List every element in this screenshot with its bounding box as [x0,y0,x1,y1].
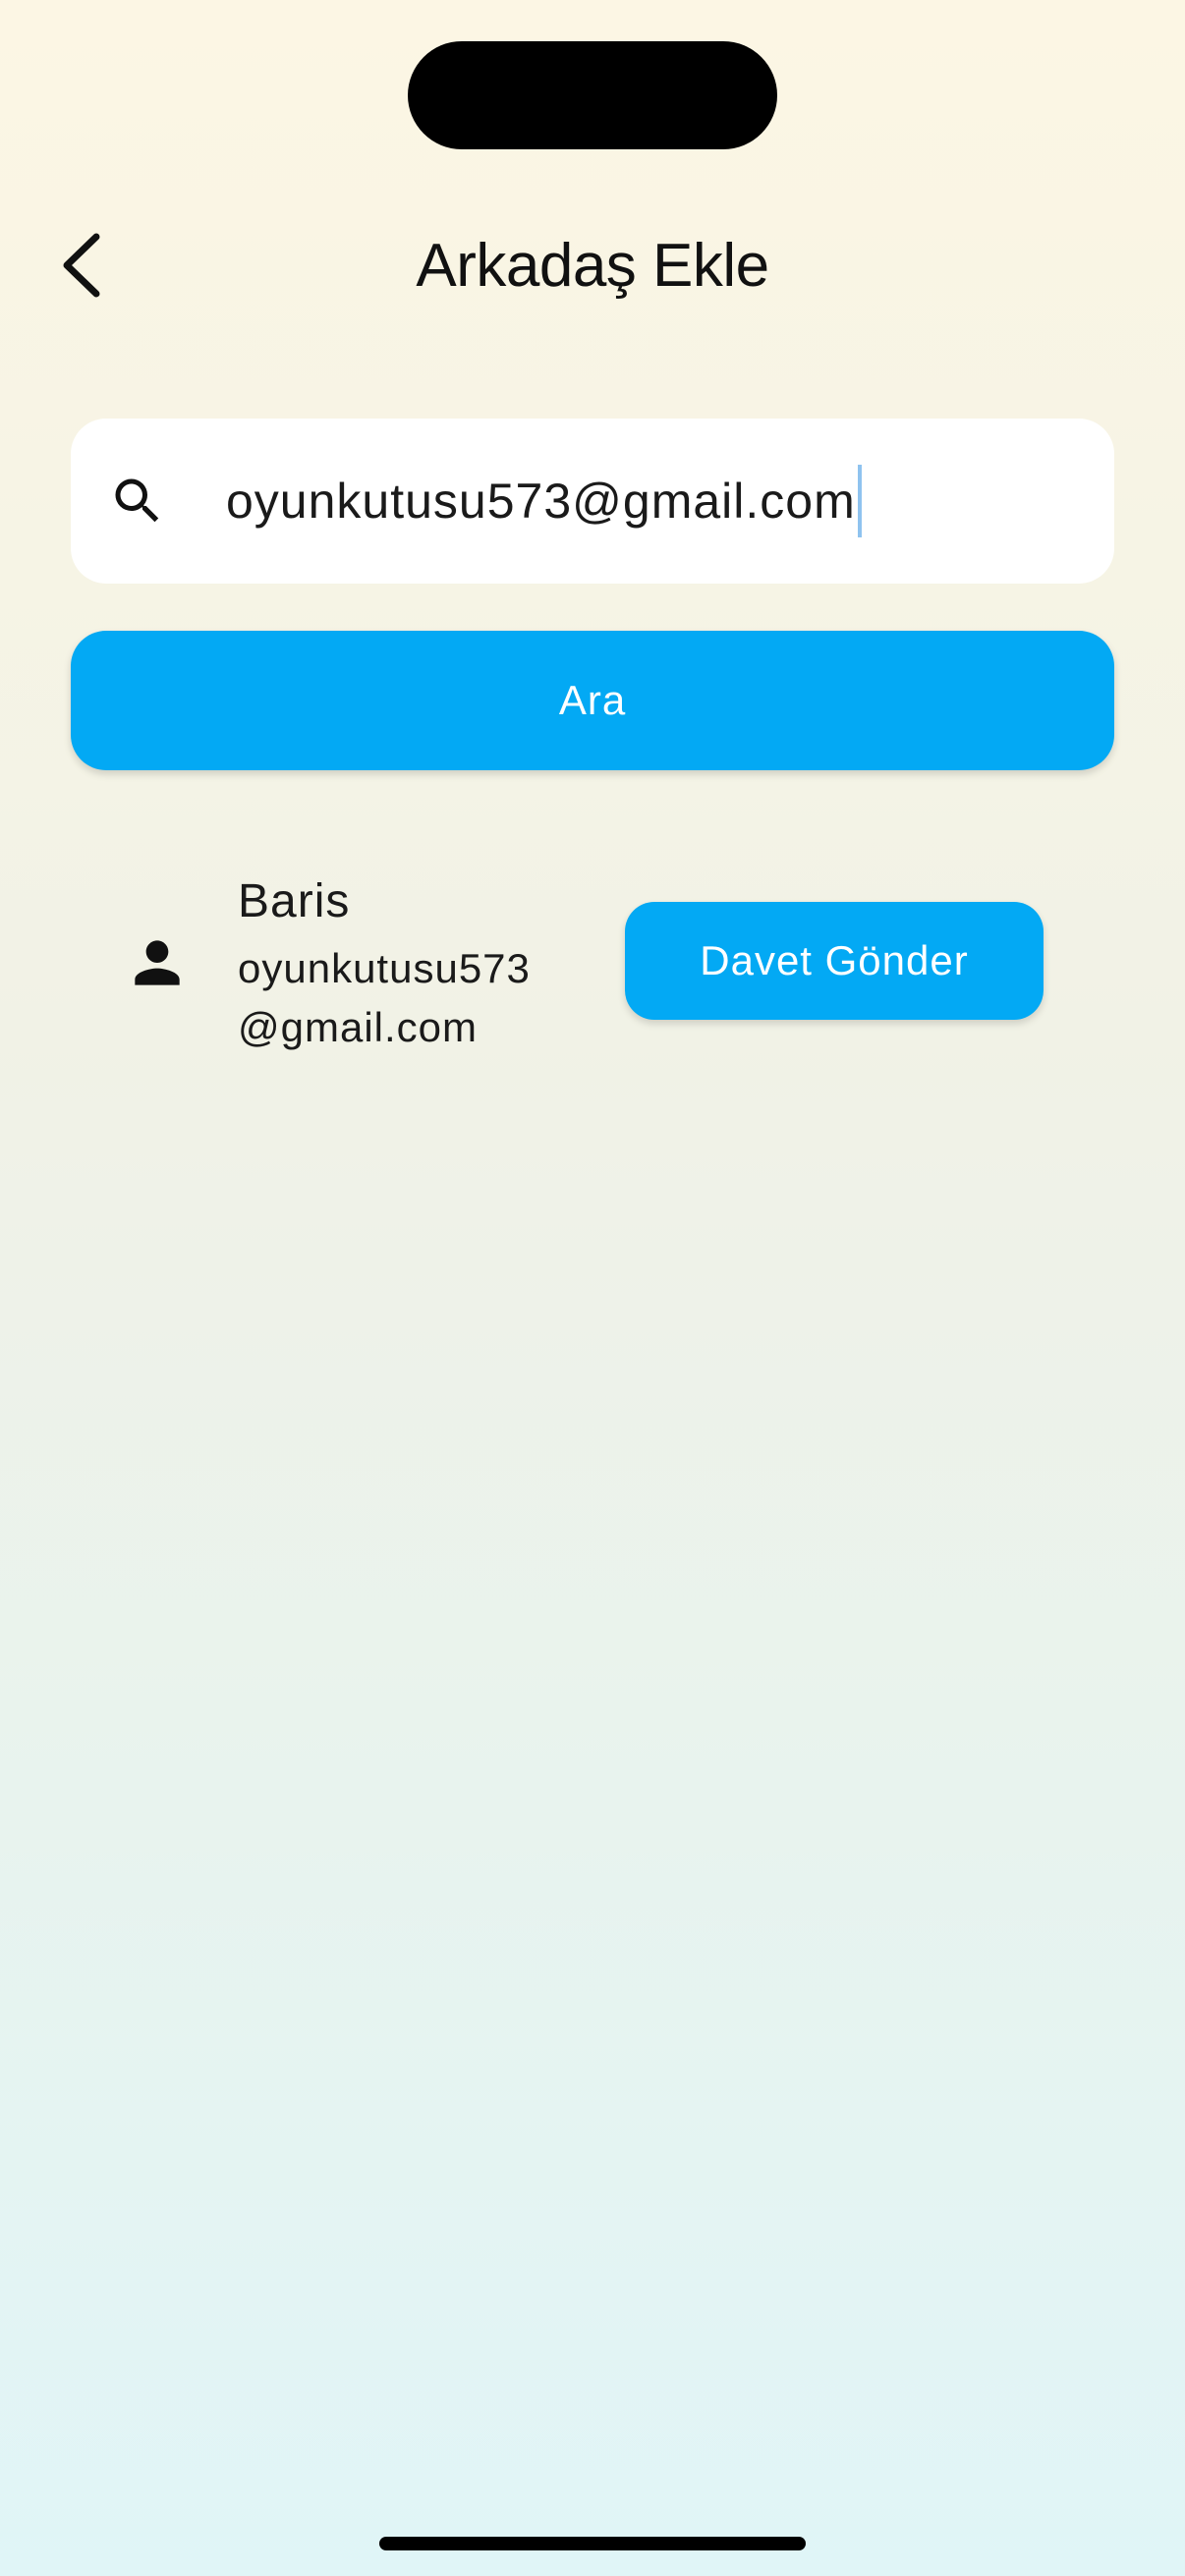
result-name: Baris [238,875,351,927]
result-email: oyunkutusu573 @gmail.com [238,945,531,1050]
page-title: Arkadaş Ekle [416,232,769,300]
search-input-value: oyunkutusu573@gmail.com [226,474,856,529]
search-field[interactable]: oyunkutusu573@gmail.com [71,419,1114,584]
search-input[interactable]: oyunkutusu573@gmail.com [226,465,1012,537]
search-icon [115,478,159,523]
text-caret [857,465,862,537]
list-item: Baris oyunkutusu573 @gmail.com Davet Gönd… [118,865,1067,1061]
person-icon [135,940,180,985]
add-friend-screen: Arkadaş Ekle oyunkutusu573@gmail.com Ara… [0,0,1185,2576]
home-indicator [379,2537,806,2550]
search-button-label: Ara [558,677,627,723]
dynamic-island [408,41,777,149]
send-invite-label: Davet Gönder [700,937,969,983]
search-button[interactable]: Ara [71,631,1114,770]
send-invite-button[interactable]: Davet Gönder [625,902,1044,1020]
